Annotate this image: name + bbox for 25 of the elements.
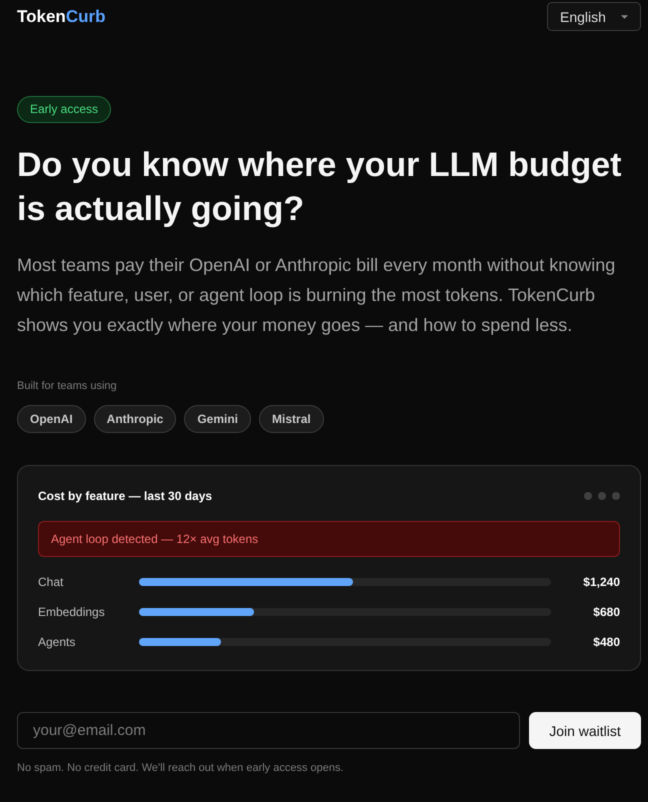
provider-tag: OpenAI (17, 405, 86, 433)
feature-label: Chat (38, 575, 64, 589)
card-title: Cost by feature — last 30 days (38, 489, 212, 503)
dot-icon (612, 492, 620, 500)
provider-tag: Mistral (259, 405, 324, 433)
cost-value: $680 (592, 605, 620, 619)
language-select[interactable]: English (547, 2, 641, 31)
description: Most teams pay their OpenAI or Anthropic bill every month without knowing which feature, user, or agent loop is burning the most tokens. TokenCurb shows you exactly where your money goes — and how to spend less. (17, 254, 616, 337)
join-waitlist-button[interactable]: Join waitlist (529, 712, 641, 749)
feature-label: Embeddings (38, 605, 106, 619)
dot-icon (584, 492, 592, 500)
provider-tag: Anthropic (94, 405, 176, 433)
cost-value: $480 (592, 635, 620, 649)
caret-icon (621, 14, 628, 18)
alert-banner: Agent loop detected — 12× avg tokens (38, 521, 620, 557)
disclaimer-note: No spam. No credit card. We'll reach out when early access opens. (17, 761, 345, 775)
email-field[interactable]: your@email.com (17, 712, 520, 749)
providers-label: Built for teams using (17, 379, 118, 393)
dot-icon (598, 492, 606, 500)
provider-tag: Gemini (184, 405, 252, 433)
cost-value: $1,240 (582, 575, 620, 589)
logo[interactable]: TokenCurb (17, 6, 106, 26)
early-access-badge: Early access (17, 96, 112, 123)
feature-label: Agents (38, 635, 76, 649)
headline: Do you know where your LLM budget is actually going? (17, 145, 622, 230)
